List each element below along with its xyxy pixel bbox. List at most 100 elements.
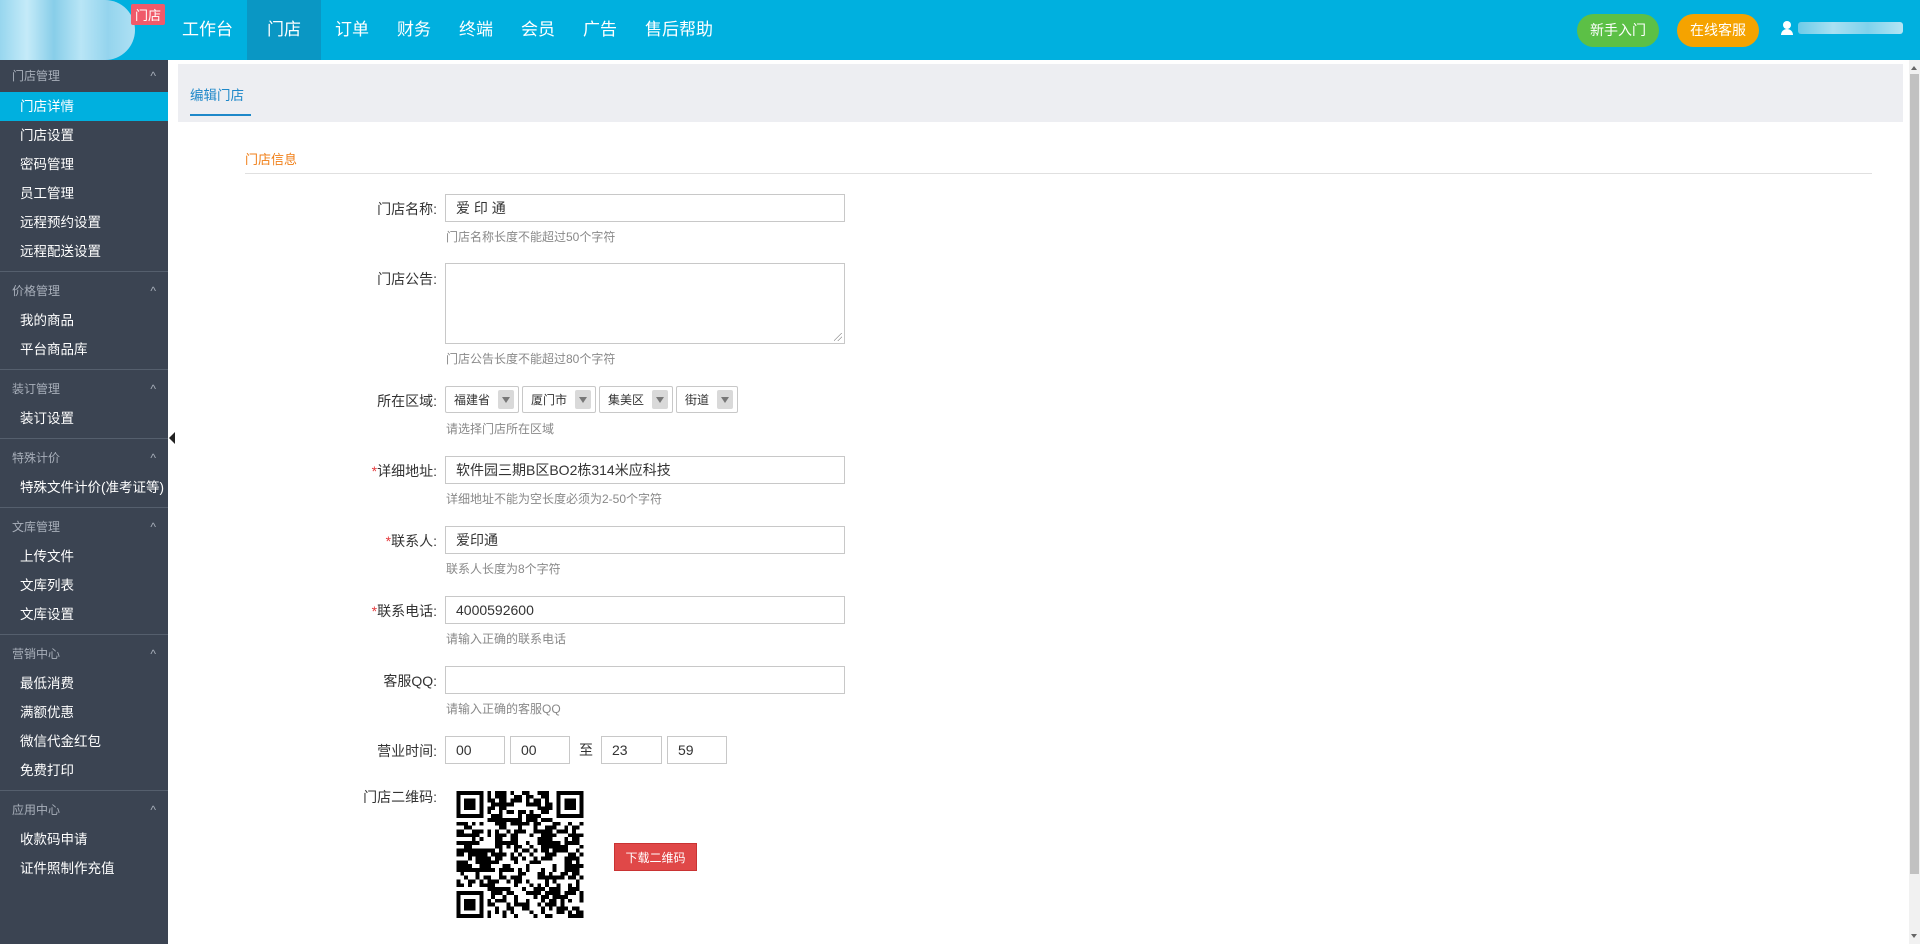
sidebar-item-upload-file[interactable]: 上传文件: [0, 542, 168, 571]
phone-input[interactable]: 4000592600: [445, 596, 845, 624]
store-name-input[interactable]: 爱 印 通: [445, 194, 845, 222]
group-title-label: 门店管理: [12, 69, 61, 83]
nav-members[interactable]: 会员: [507, 0, 569, 60]
chevron-up-icon: ^: [150, 284, 156, 298]
group-title-label: 装订管理: [12, 382, 61, 396]
user-icon: [1780, 21, 1794, 35]
store-name-label: 门店名称:: [377, 201, 437, 217]
sidebar-group-marketing[interactable]: 营销中心 ^: [0, 639, 168, 669]
end-hour-input[interactable]: 23: [601, 736, 662, 764]
phone-label: *联系电话:: [237, 601, 437, 621]
sidebar-group-binding[interactable]: 装订管理 ^: [0, 374, 168, 404]
sidebar-item-wechat-coupon[interactable]: 微信代金红包: [0, 727, 168, 756]
sidebar-item-platform-products[interactable]: 平台商品库: [0, 335, 168, 364]
tab-bar: 编辑门店: [178, 64, 1903, 122]
contact-label-text: 联系人:: [391, 533, 437, 549]
sidebar-item-free-print[interactable]: 免费打印: [0, 756, 168, 785]
nav-store[interactable]: 门店: [247, 0, 321, 60]
sidebar-item-password[interactable]: 密码管理: [0, 150, 168, 179]
store-notice-textarea[interactable]: [445, 263, 845, 344]
scroll-down-icon[interactable]: [1911, 934, 1917, 938]
logo[interactable]: 门店: [0, 0, 168, 60]
sidebar-divider: [0, 507, 168, 508]
contact-input[interactable]: 爱印通: [445, 526, 845, 554]
resize-handle-icon[interactable]: [834, 333, 842, 341]
address-label: *详细地址:: [237, 461, 437, 481]
tab-edit-store[interactable]: 编辑门店: [190, 84, 251, 116]
sidebar-item-store-details[interactable]: 门店详情: [0, 92, 168, 121]
scroll-up-icon[interactable]: [1911, 66, 1917, 70]
sidebar-item-full-discount[interactable]: 满额优惠: [0, 698, 168, 727]
phone-hint: 请输入正确的联系电话: [446, 632, 567, 646]
sidebar-item-remote-booking[interactable]: 远程预约设置: [0, 208, 168, 237]
sidebar-group-library[interactable]: 文库管理 ^: [0, 512, 168, 542]
user-menu[interactable]: [1780, 18, 1903, 38]
dropdown-arrow-icon: [652, 390, 669, 409]
sidebar-item-store-settings[interactable]: 门店设置: [0, 121, 168, 150]
sidebar-group-special-pricing[interactable]: 特殊计价 ^: [0, 443, 168, 473]
sidebar-item-staff[interactable]: 员工管理: [0, 179, 168, 208]
province-value: 福建省: [454, 393, 491, 407]
store-notice-hint: 门店公告长度不能超过80个字符: [446, 352, 616, 366]
section-title: 门店信息: [245, 152, 298, 167]
sidebar-collapse-icon[interactable]: [169, 432, 175, 444]
store-qrcode-image: [456, 791, 584, 918]
main-nav: 工作台 门店 订单 财务 终端 会员 广告 售后帮助: [168, 0, 727, 60]
address-label-text: 详细地址:: [377, 463, 437, 479]
sidebar-item-id-photo[interactable]: 证件照制作充值: [0, 854, 168, 883]
sidebar-item-special-file-pricing[interactable]: 特殊文件计价(准考证等): [0, 473, 168, 502]
sidebar-item-min-spend[interactable]: 最低消费: [0, 669, 168, 698]
sidebar-item-my-products[interactable]: 我的商品: [0, 306, 168, 335]
sidebar-item-binding-settings[interactable]: 装订设置: [0, 404, 168, 433]
region-selects: 福建省 厦门市 集美区 街道: [445, 386, 741, 413]
district-value: 集美区: [608, 393, 645, 407]
nav-help[interactable]: 售后帮助: [631, 0, 727, 60]
nav-terminal[interactable]: 终端: [445, 0, 507, 60]
sidebar-divider: [0, 438, 168, 439]
sidebar-group-apps[interactable]: 应用中心 ^: [0, 795, 168, 825]
nav-ads[interactable]: 广告: [569, 0, 631, 60]
sidebar-divider: [0, 790, 168, 791]
city-select[interactable]: 厦门市: [522, 386, 597, 413]
end-minute-input[interactable]: 59: [667, 736, 727, 764]
page-scrollbar[interactable]: [1909, 60, 1920, 944]
sidebar-item-library-list[interactable]: 文库列表: [0, 571, 168, 600]
start-minute-input[interactable]: 00: [510, 736, 570, 764]
store-name-hint: 门店名称长度不能超过50个字符: [446, 230, 616, 244]
nav-workbench[interactable]: 工作台: [168, 0, 247, 60]
address-hint: 详细地址不能为空长度必须为2-50个字符: [446, 492, 663, 506]
download-qrcode-button[interactable]: 下载二维码: [614, 843, 697, 871]
region-label: 所在区域:: [377, 393, 437, 409]
city-value: 厦门市: [531, 393, 568, 407]
sidebar-item-payment-code[interactable]: 收款码申请: [0, 825, 168, 854]
chevron-up-icon: ^: [150, 520, 156, 534]
street-select[interactable]: 街道: [676, 386, 739, 413]
qq-label: 客服QQ:: [383, 673, 437, 689]
nav-orders[interactable]: 订单: [321, 0, 383, 60]
group-title-label: 文库管理: [12, 520, 61, 534]
sidebar-item-remote-delivery[interactable]: 远程配送设置: [0, 237, 168, 266]
scrollbar-thumb[interactable]: [1910, 74, 1919, 874]
chevron-up-icon: ^: [150, 382, 156, 396]
phone-label-text: 联系电话:: [377, 603, 437, 619]
sidebar-group-store[interactable]: 门店管理 ^: [0, 60, 168, 92]
beginner-guide-button[interactable]: 新手入门: [1577, 14, 1659, 47]
province-select[interactable]: 福建省: [445, 386, 520, 413]
chevron-up-icon: ^: [150, 647, 156, 661]
start-hour-input[interactable]: 00: [445, 736, 505, 764]
online-service-button[interactable]: 在线客服: [1677, 14, 1759, 47]
district-select[interactable]: 集美区: [599, 386, 674, 413]
dropdown-arrow-icon: [575, 390, 592, 409]
chevron-up-icon: ^: [150, 803, 156, 817]
contact-hint: 联系人长度为8个字符: [446, 562, 561, 576]
sidebar-divider: [0, 634, 168, 635]
address-input[interactable]: 软件园三期B区BO2栋314米应科技: [445, 456, 845, 484]
sidebar-group-price[interactable]: 价格管理 ^: [0, 276, 168, 306]
qq-hint: 请输入正确的客服QQ: [446, 702, 561, 716]
qrcode-label: 门店二维码:: [363, 789, 437, 805]
nav-finance[interactable]: 财务: [383, 0, 445, 60]
store-tag: 门店: [131, 4, 166, 25]
street-value: 街道: [685, 393, 710, 407]
qq-input[interactable]: [445, 666, 845, 694]
sidebar-item-library-settings[interactable]: 文库设置: [0, 600, 168, 629]
